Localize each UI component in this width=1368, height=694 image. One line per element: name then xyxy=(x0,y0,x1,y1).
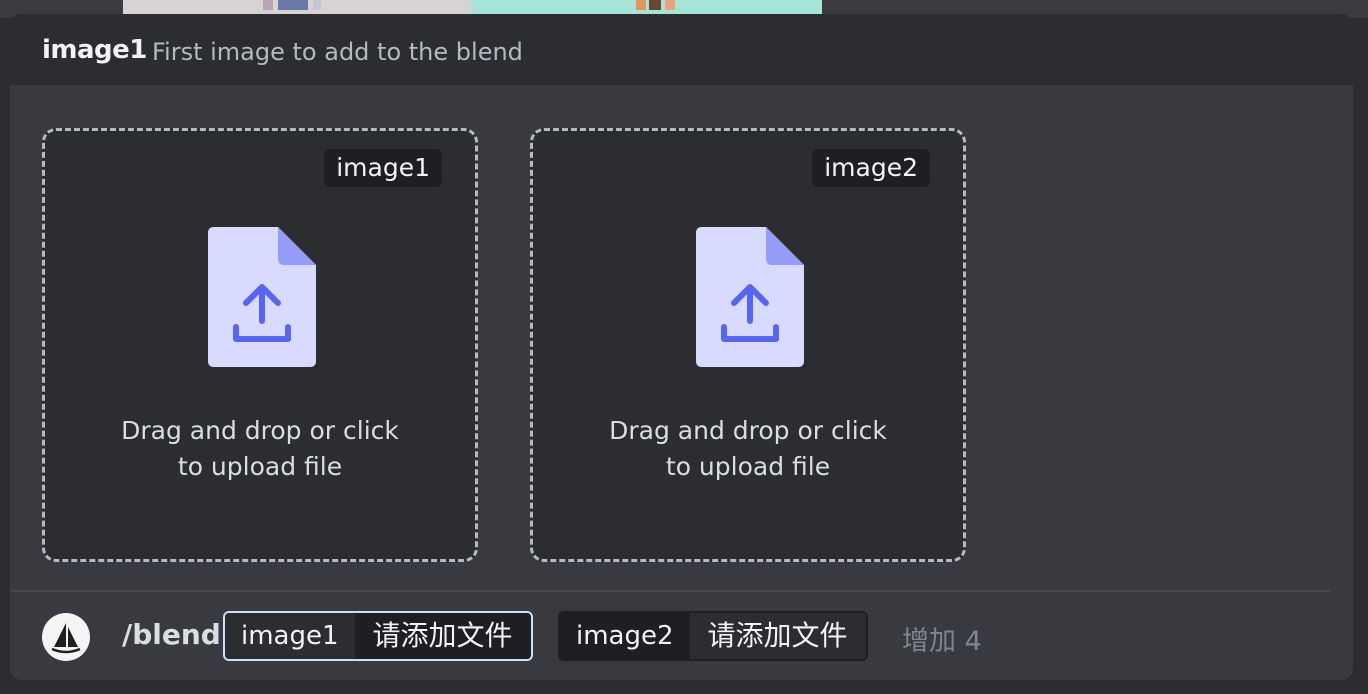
option-chip-name: image2 xyxy=(560,613,690,659)
dropzone-instructions: Drag and drop or click to upload file xyxy=(121,416,399,481)
option-chip-value: 请添加文件 xyxy=(354,613,531,659)
option-header: image1 First image to add to the blend xyxy=(10,14,1353,85)
slash-command-panel: image1 First image to add to the blend i… xyxy=(10,14,1353,680)
dropzone-badge: image1 xyxy=(324,149,442,187)
dropzone-instructions: Drag and drop or click to upload file xyxy=(609,416,887,481)
bot-avatar[interactable] xyxy=(42,613,90,661)
option-chip-name: image1 xyxy=(225,613,355,659)
upload-file-icon xyxy=(696,227,804,367)
option-description: First image to add to the blend xyxy=(152,38,523,66)
command-name: /blend xyxy=(122,618,221,651)
sailboat-icon xyxy=(51,623,81,654)
upload-file-icon xyxy=(208,227,316,367)
divider xyxy=(10,590,1330,592)
background-image-thumbnail xyxy=(123,0,471,14)
dropzone-badge: image2 xyxy=(812,149,930,187)
upload-dropzone-image1[interactable]: image1 Drag and drop or click to upload … xyxy=(42,128,478,562)
more-options-button[interactable]: 增加 4 xyxy=(902,619,982,658)
option-chip-image2[interactable]: image2 请添加文件 xyxy=(558,611,868,661)
background-image-thumbnail xyxy=(471,0,822,14)
option-name: image1 xyxy=(42,35,147,65)
option-chip-image1[interactable]: image1 请添加文件 xyxy=(223,611,533,661)
option-chip-value: 请添加文件 xyxy=(689,613,866,659)
upload-dropzone-image2[interactable]: image2 Drag and drop or click to upload … xyxy=(530,128,966,562)
